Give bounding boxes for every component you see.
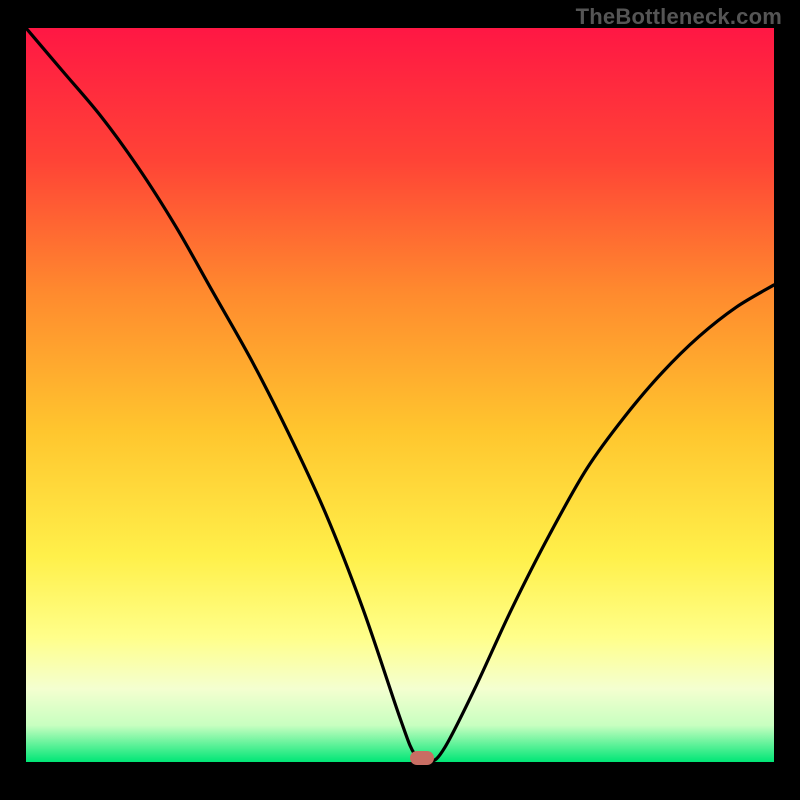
plot-area — [26, 28, 774, 762]
chart-frame: TheBottleneck.com — [0, 0, 800, 800]
watermark-text: TheBottleneck.com — [576, 4, 782, 30]
optimum-marker — [410, 751, 434, 765]
chart-svg — [26, 28, 774, 762]
gradient-background — [26, 28, 774, 762]
